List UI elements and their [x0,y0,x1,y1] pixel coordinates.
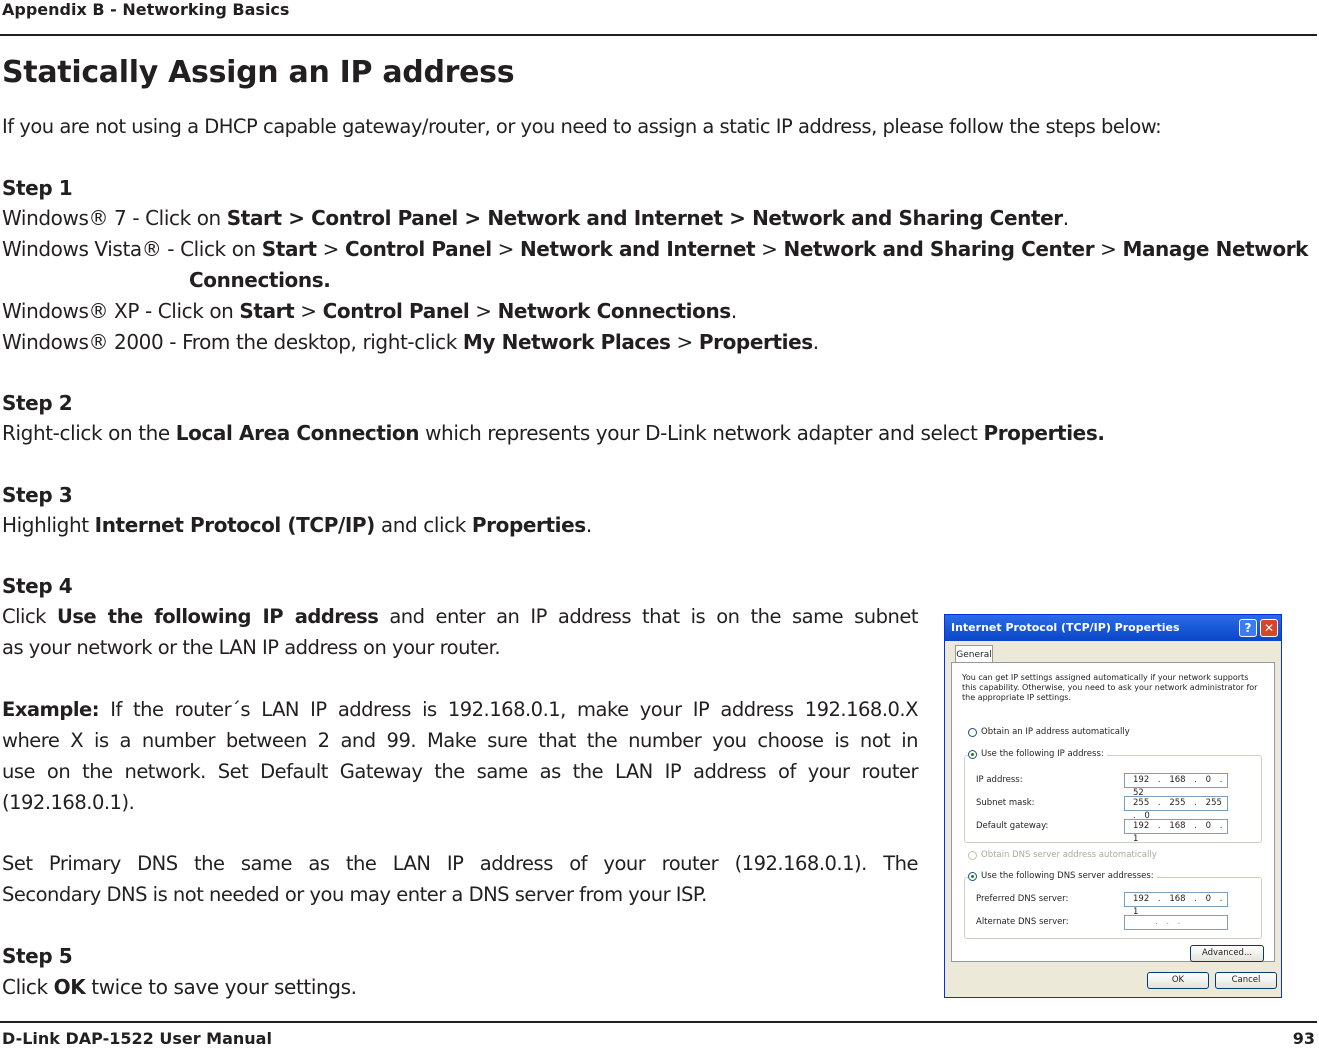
step2-label: Step 2 [2,391,73,415]
radio-on-icon [968,749,977,759]
step4-line2: as your network or the LAN IP address on… [2,636,501,659]
ip-address-label: IP address: [976,775,1023,785]
radio-off-icon [968,727,977,737]
close-icon[interactable]: ✕ [1260,619,1278,637]
xp-connections: Network Connections [497,299,732,323]
vista-network: Network and Internet [519,237,756,261]
step3-prefix: Highlight [2,513,95,537]
step1-vista-cont: Connections. [189,268,331,292]
alternate-dns-field[interactable]: . . . [1124,915,1228,930]
step2-prefix: Right-click on the [2,421,176,445]
example-line3: use on the network. Set Default Gateway … [2,760,919,783]
win7-prefix: Windows® 7 - Click on [2,206,227,230]
obtain-ip-radio[interactable]: Obtain an IP address automatically [968,727,1130,737]
example-line1: Example: If the router´s LAN IP address … [2,698,918,721]
xp-start: Start [239,299,295,323]
win7-path: Start > Control Panel > Network and Inte… [226,206,1063,230]
example-label: Example: [2,698,100,721]
subnet-mask-label: Subnet mask: [976,798,1035,808]
step1-w2k: Windows® 2000 - From the desktop, right-… [2,330,819,354]
ok-button[interactable]: OK [1147,972,1209,989]
step5-text: Click OK twice to save your settings. [2,975,357,999]
step3-middle: and click [374,513,472,537]
example-line2: where X is a number between 2 and 99. Ma… [2,729,919,752]
obtain-dns-label: Obtain DNS server address automatically [981,850,1157,860]
obtain-dns-radio[interactable]: Obtain DNS server address automatically [968,850,1157,860]
alternate-dns-label: Alternate DNS server: [976,917,1069,927]
preferred-dns-field[interactable]: 192 . 168 . 0 . 1 [1124,892,1228,917]
step3-label: Step 3 [2,483,73,507]
vista-sharing: Network and Sharing Center [783,237,1095,261]
dialog-titlebar: Internet Protocol (TCP/IP) Properties ? … [945,615,1281,641]
step4-line1: Click Use the following IP address and e… [2,605,919,628]
vista-start: Start [261,237,317,261]
w2k-prefix: Windows® 2000 - From the desktop, right-… [2,330,463,354]
vista-manage: Manage Network [1122,237,1309,261]
xp-prefix: Windows® XP - Click on [2,299,240,323]
example-line4: (192.168.0.1). [2,791,135,814]
preferred-dns-label: Preferred DNS server: [976,894,1069,904]
general-panel: You can get IP settings assigned automat… [951,662,1275,962]
use-dns-radio[interactable]: Use the following DNS server addresses: [968,871,1157,881]
step4-use-ip: Use the following IP address [56,605,379,628]
obtain-ip-label: Obtain an IP address automatically [981,727,1130,737]
use-ip-label: Use the following IP address: [981,749,1104,759]
cancel-button[interactable]: Cancel [1215,972,1277,989]
subnet-mask-field[interactable]: 255 . 255 . 255 . 0 [1124,796,1228,821]
step3-props: Properties [471,513,586,537]
page-title: Statically Assign an IP address [2,55,515,90]
step5-rest: twice to save your settings. [85,975,357,999]
step1-label: Step 1 [2,176,73,200]
step1-xp: Windows® XP - Click on Start > Control P… [2,299,737,323]
radio-off-icon [968,850,977,860]
page-number: 93 [1292,1029,1315,1048]
step4-label: Step 4 [2,574,73,598]
xp-control: Control Panel [322,299,470,323]
dialog-description: You can get IP settings assigned automat… [962,673,1258,702]
default-gateway-label: Default gateway: [976,821,1049,831]
step4-prefix: Click [2,605,57,628]
vista-control: Control Panel [344,237,492,261]
step1-win7: Windows® 7 - Click on Start > Control Pa… [2,206,1069,230]
vista-prefix: Windows Vista® - Click on [2,237,262,261]
footer-rule [0,1021,1317,1023]
step5-prefix: Click [2,975,54,999]
intro-text: If you are not using a DHCP capable gate… [2,115,1162,138]
step2-props: Properties. [983,421,1105,445]
dns-line2: Secondary DNS is not needed or you may e… [2,883,707,906]
footer-manual-title: D-Link DAP-1522 User Manual [2,1029,272,1048]
step3-text: Highlight Internet Protocol (TCP/IP) and… [2,513,592,537]
use-dns-label: Use the following DNS server addresses: [981,871,1154,881]
vista-manage-cont: Connections. [189,268,331,292]
radio-on-icon [968,871,977,881]
use-ip-radio[interactable]: Use the following IP address: [968,749,1107,759]
ip-address-field[interactable]: 192 . 168 . 0 . 52 [1124,773,1228,798]
step3-protocol: Internet Protocol (TCP/IP) [94,513,376,537]
w2k-props: Properties [698,330,813,354]
advanced-button[interactable]: Advanced... [1190,945,1264,962]
default-gateway-field[interactable]: 192 . 168 . 0 . 1 [1124,819,1228,844]
step1-vista: Windows Vista® - Click on Start > Contro… [2,237,1309,261]
w2k-places: My Network Places [462,330,671,354]
tcpip-properties-dialog: Internet Protocol (TCP/IP) Properties ? … [944,614,1282,998]
section-header: Appendix B - Networking Basics [2,0,290,19]
dialog-title: Internet Protocol (TCP/IP) Properties [951,621,1180,634]
header-rule [0,34,1317,36]
step2-text: Right-click on the Local Area Connection… [2,421,1105,445]
step2-lac: Local Area Connection [175,421,420,445]
step5-label: Step 5 [2,944,73,968]
step5-ok: OK [53,975,86,999]
dns-line1: Set Primary DNS the same as the LAN IP a… [2,852,919,875]
step2-middle: which represents your D-Link network ada… [419,421,984,445]
help-icon[interactable]: ? [1239,619,1257,637]
step4-rest: and enter an IP address that is on the s… [378,605,919,628]
example-text1: If the router´s LAN IP address is 192.16… [99,698,918,721]
